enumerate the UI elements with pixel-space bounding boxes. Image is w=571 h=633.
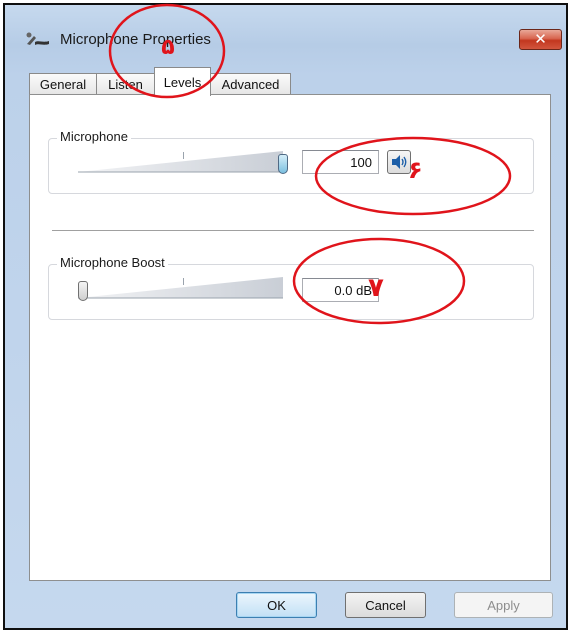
microphone-label: Microphone <box>57 129 131 144</box>
slider-tick <box>183 278 184 285</box>
microphone-boost-label: Microphone Boost <box>57 255 168 270</box>
tab-listen[interactable]: Listen <box>96 73 155 95</box>
ok-button[interactable]: OK <box>236 592 317 618</box>
apply-button[interactable]: Apply <box>454 592 553 618</box>
slider-tick <box>183 152 184 159</box>
levels-panel: Microphone 100 Microphone Boost 0.0 dB <box>29 94 551 581</box>
microphone-slider-thumb[interactable] <box>278 154 288 174</box>
mute-button[interactable] <box>387 150 411 174</box>
window-title: Microphone Properties <box>60 31 211 48</box>
close-icon: ✕ <box>534 30 547 48</box>
tab-general[interactable]: General <box>29 73 97 95</box>
tab-advanced[interactable]: Advanced <box>210 73 291 95</box>
title-bar[interactable]: Microphone Properties ✕ <box>5 5 566 65</box>
cancel-button[interactable]: Cancel <box>345 592 426 618</box>
boost-level-field[interactable]: 0.0 dB <box>302 278 379 302</box>
dialog-window: Microphone Properties ✕ General Listen L… <box>3 3 568 630</box>
close-button[interactable]: ✕ <box>519 29 562 50</box>
speaker-volume-icon <box>392 155 407 169</box>
boost-slider-thumb[interactable] <box>78 281 88 301</box>
separator <box>52 230 534 231</box>
microphone-icon <box>26 32 49 45</box>
tab-levels[interactable]: Levels <box>154 67 211 96</box>
microphone-level-field[interactable]: 100 <box>302 150 379 174</box>
